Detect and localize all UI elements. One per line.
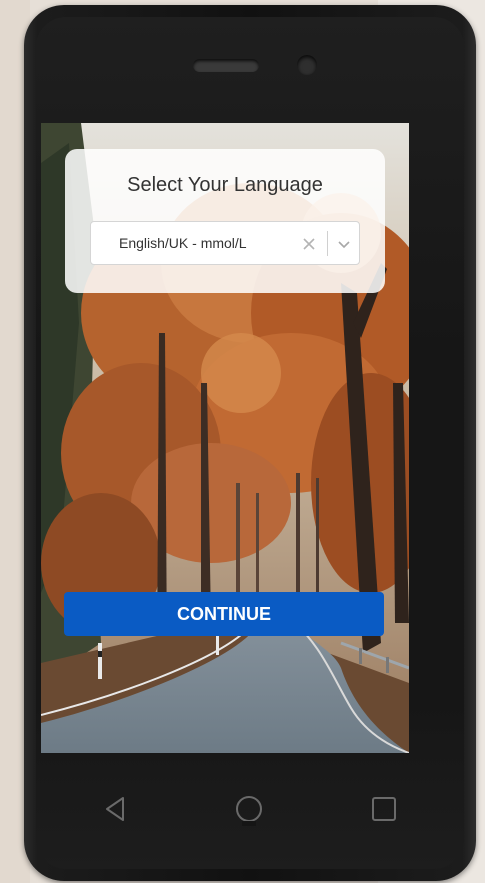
dialog-title: Select Your Language <box>127 174 323 196</box>
app-screen: Select Your Language English/UK - mmol/L… <box>41 123 409 753</box>
phone-camera <box>297 55 317 75</box>
triangle-back-icon[interactable] <box>103 795 127 823</box>
chevron-down-icon[interactable] <box>337 238 351 250</box>
circle-home-icon[interactable] <box>234 795 264 827</box>
language-dialog: Select Your Language English/UK - mmol/L <box>65 149 385 293</box>
language-select[interactable]: English/UK - mmol/L <box>90 221 360 265</box>
close-icon[interactable] <box>301 236 317 252</box>
phone-speaker <box>193 59 259 72</box>
continue-button[interactable]: CONTINUE <box>64 592 384 636</box>
select-divider <box>327 231 328 256</box>
selected-language-value: English/UK - mmol/L <box>119 235 247 251</box>
square-recents-icon[interactable] <box>371 795 397 823</box>
